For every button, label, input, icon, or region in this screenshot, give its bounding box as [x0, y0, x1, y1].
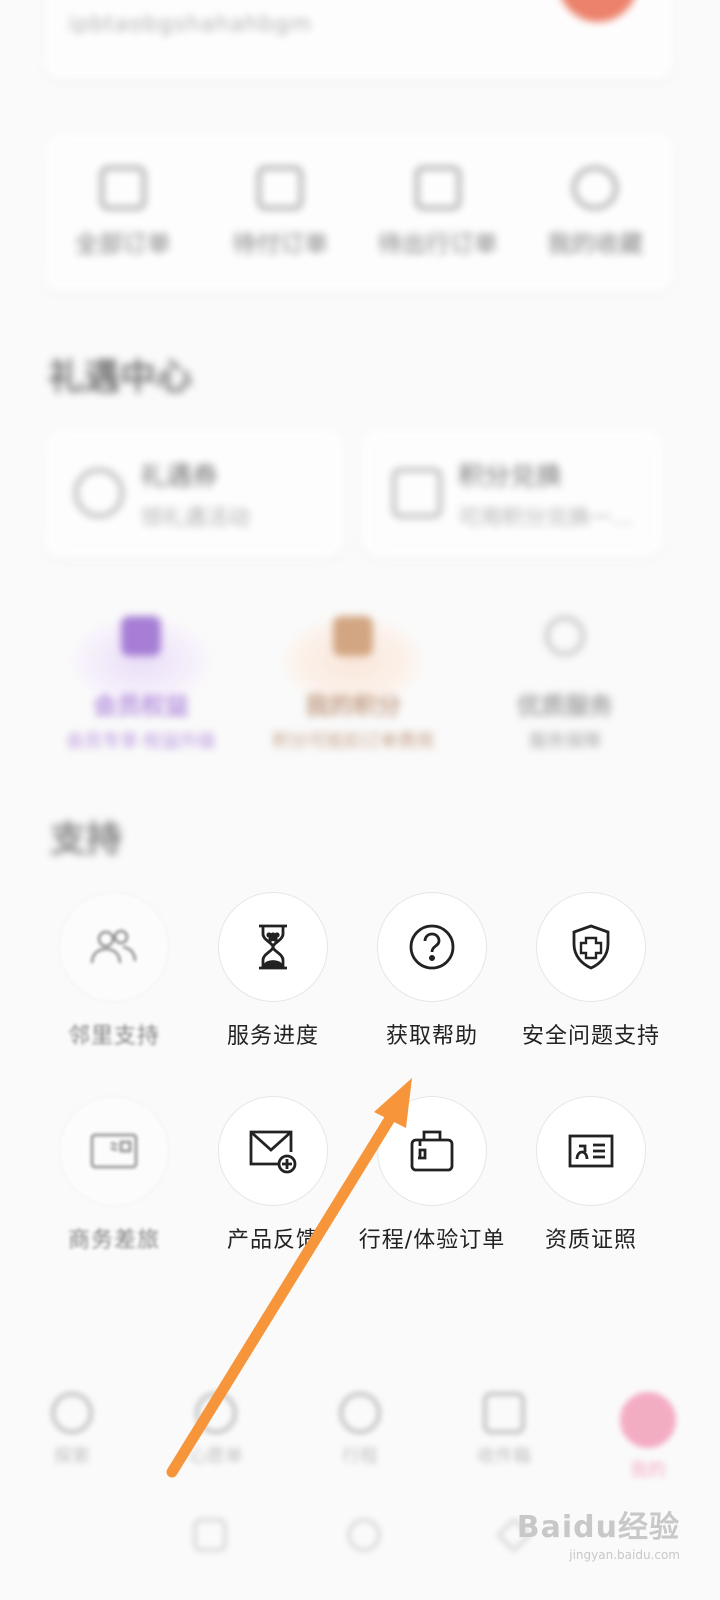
product-feedback-tile[interactable]: 产品反馈	[193, 1096, 353, 1257]
service-progress-label: 服务进度	[226, 1024, 319, 1049]
qualifications-label: 资质证照	[544, 1228, 637, 1253]
get-help-label: 获取帮助	[385, 1024, 478, 1049]
tab-wishlist[interactable]: 心愿单	[156, 1370, 276, 1468]
trip-orders-tile[interactable]: 行程/体验订单	[352, 1096, 512, 1257]
support-title: 支持	[50, 819, 123, 860]
order-all-label: 全部订单	[74, 229, 171, 258]
tab-trips[interactable]: 行程	[300, 1370, 420, 1468]
orders-card: 全部订单 待付订单 待出行订单 我的收藏	[44, 132, 674, 292]
neighbor-support-label: 邻里支持	[67, 1024, 160, 1049]
help-center-title: 礼遇中心	[48, 357, 193, 398]
feature-points-subtitle: 积分可抵扣订单费用	[272, 731, 434, 752]
heart-icon	[195, 1392, 237, 1434]
order-upcoming-label: 待出行订单	[377, 229, 498, 258]
tab-inbox[interactable]: 收件箱	[444, 1370, 564, 1468]
tab-profile-label: 我的	[630, 1460, 666, 1481]
service-progress-tile[interactable]: 服务进度	[193, 892, 353, 1053]
airbnb-logo-icon	[339, 1392, 381, 1434]
hourglass-icon	[259, 924, 287, 970]
order-upcoming[interactable]: 待出行订单	[368, 165, 508, 259]
points-icon	[392, 468, 442, 518]
safety-support-label: 安全问题支持	[521, 1024, 660, 1049]
coupon-card[interactable]: 礼遇券 领礼遇活动	[44, 428, 344, 558]
watermark-brand: Baidu经验	[516, 1510, 680, 1545]
avatar[interactable]	[558, 0, 638, 22]
bottom-tab-bar: 探索 心愿单 行程 收件箱 我的	[0, 1370, 720, 1482]
tab-inbox-label: 收件箱	[477, 1446, 531, 1467]
profile-text: ipbtaobgshahahbgm	[68, 12, 313, 37]
get-help-tile[interactable]: 获取帮助	[352, 892, 512, 1053]
order-favorites-label: 我的收藏	[547, 229, 644, 258]
order-all[interactable]: 全部订单	[53, 165, 193, 259]
crown-icon	[121, 616, 161, 656]
points-subtitle: 可用积分兑换一…	[458, 506, 635, 531]
business-travel-label: 商务差旅	[67, 1228, 160, 1253]
tab-trips-label: 行程	[342, 1446, 378, 1467]
order-pending[interactable]: 待付订单	[210, 165, 350, 259]
points-card[interactable]: 积分兑换 可用积分兑换一…	[362, 428, 662, 558]
gift-icon	[333, 616, 373, 656]
coupon-title: 礼遇券	[140, 462, 219, 492]
home-icon[interactable]	[347, 1518, 381, 1552]
feature-points-title: 我的积分	[305, 692, 401, 720]
tab-explore[interactable]: 探索	[12, 1370, 132, 1468]
feature-membership[interactable]: 会员权益 会员专享·权益升级	[46, 600, 236, 752]
people-icon	[90, 929, 137, 964]
order-favorites[interactable]: 我的收藏	[525, 165, 665, 259]
shield-plus-icon	[572, 924, 610, 970]
points-title: 积分兑换	[458, 462, 563, 492]
search-icon	[51, 1392, 93, 1434]
chat-icon	[483, 1392, 525, 1434]
mail-plus-icon	[249, 1130, 297, 1174]
tab-wishlist-label: 心愿单	[189, 1446, 243, 1467]
watermark-url: jingyan.baidu.com	[569, 1548, 680, 1562]
order-upcoming-icon	[414, 165, 461, 210]
business-travel-tile[interactable]: 商务差旅	[34, 1096, 194, 1257]
tab-profile[interactable]: 我的	[588, 1370, 708, 1482]
question-icon	[409, 924, 455, 970]
watermark: Baidu经验 jingyan.baidu.com	[517, 1502, 680, 1562]
order-pending-label: 待付订单	[232, 229, 329, 258]
order-all-icon	[99, 165, 146, 210]
feature-service[interactable]: 优质服务 服务保障	[470, 600, 660, 752]
order-pending-icon	[257, 165, 304, 210]
product-feedback-label: 产品反馈	[226, 1228, 319, 1253]
neighbor-support-tile[interactable]: 邻里支持	[34, 892, 194, 1053]
profile-avatar-icon	[620, 1392, 676, 1448]
coupon-icon	[74, 468, 124, 518]
recents-icon[interactable]	[193, 1518, 227, 1552]
trip-orders-label: 行程/体验订单	[358, 1228, 506, 1253]
feature-membership-subtitle: 会员专享·权益升级	[66, 731, 216, 752]
feature-service-subtitle: 服务保障	[529, 731, 601, 752]
profile-card[interactable]: ipbtaobgshahahbgm	[44, 0, 674, 80]
favorites-icon	[572, 165, 619, 210]
feature-points[interactable]: 我的积分 积分可抵扣订单费用	[258, 600, 448, 752]
safety-support-tile[interactable]: 安全问题支持	[511, 892, 671, 1053]
globe-icon	[545, 616, 585, 656]
feature-service-title: 优质服务	[517, 692, 613, 720]
coupon-subtitle: 领礼遇活动	[140, 506, 251, 531]
tab-explore-label: 探索	[54, 1446, 90, 1467]
card-icon	[90, 1133, 138, 1169]
id-card-icon	[568, 1134, 614, 1168]
qualifications-tile[interactable]: 资质证照	[511, 1096, 671, 1257]
luggage-icon	[410, 1130, 454, 1172]
feature-membership-title: 会员权益	[93, 692, 189, 720]
